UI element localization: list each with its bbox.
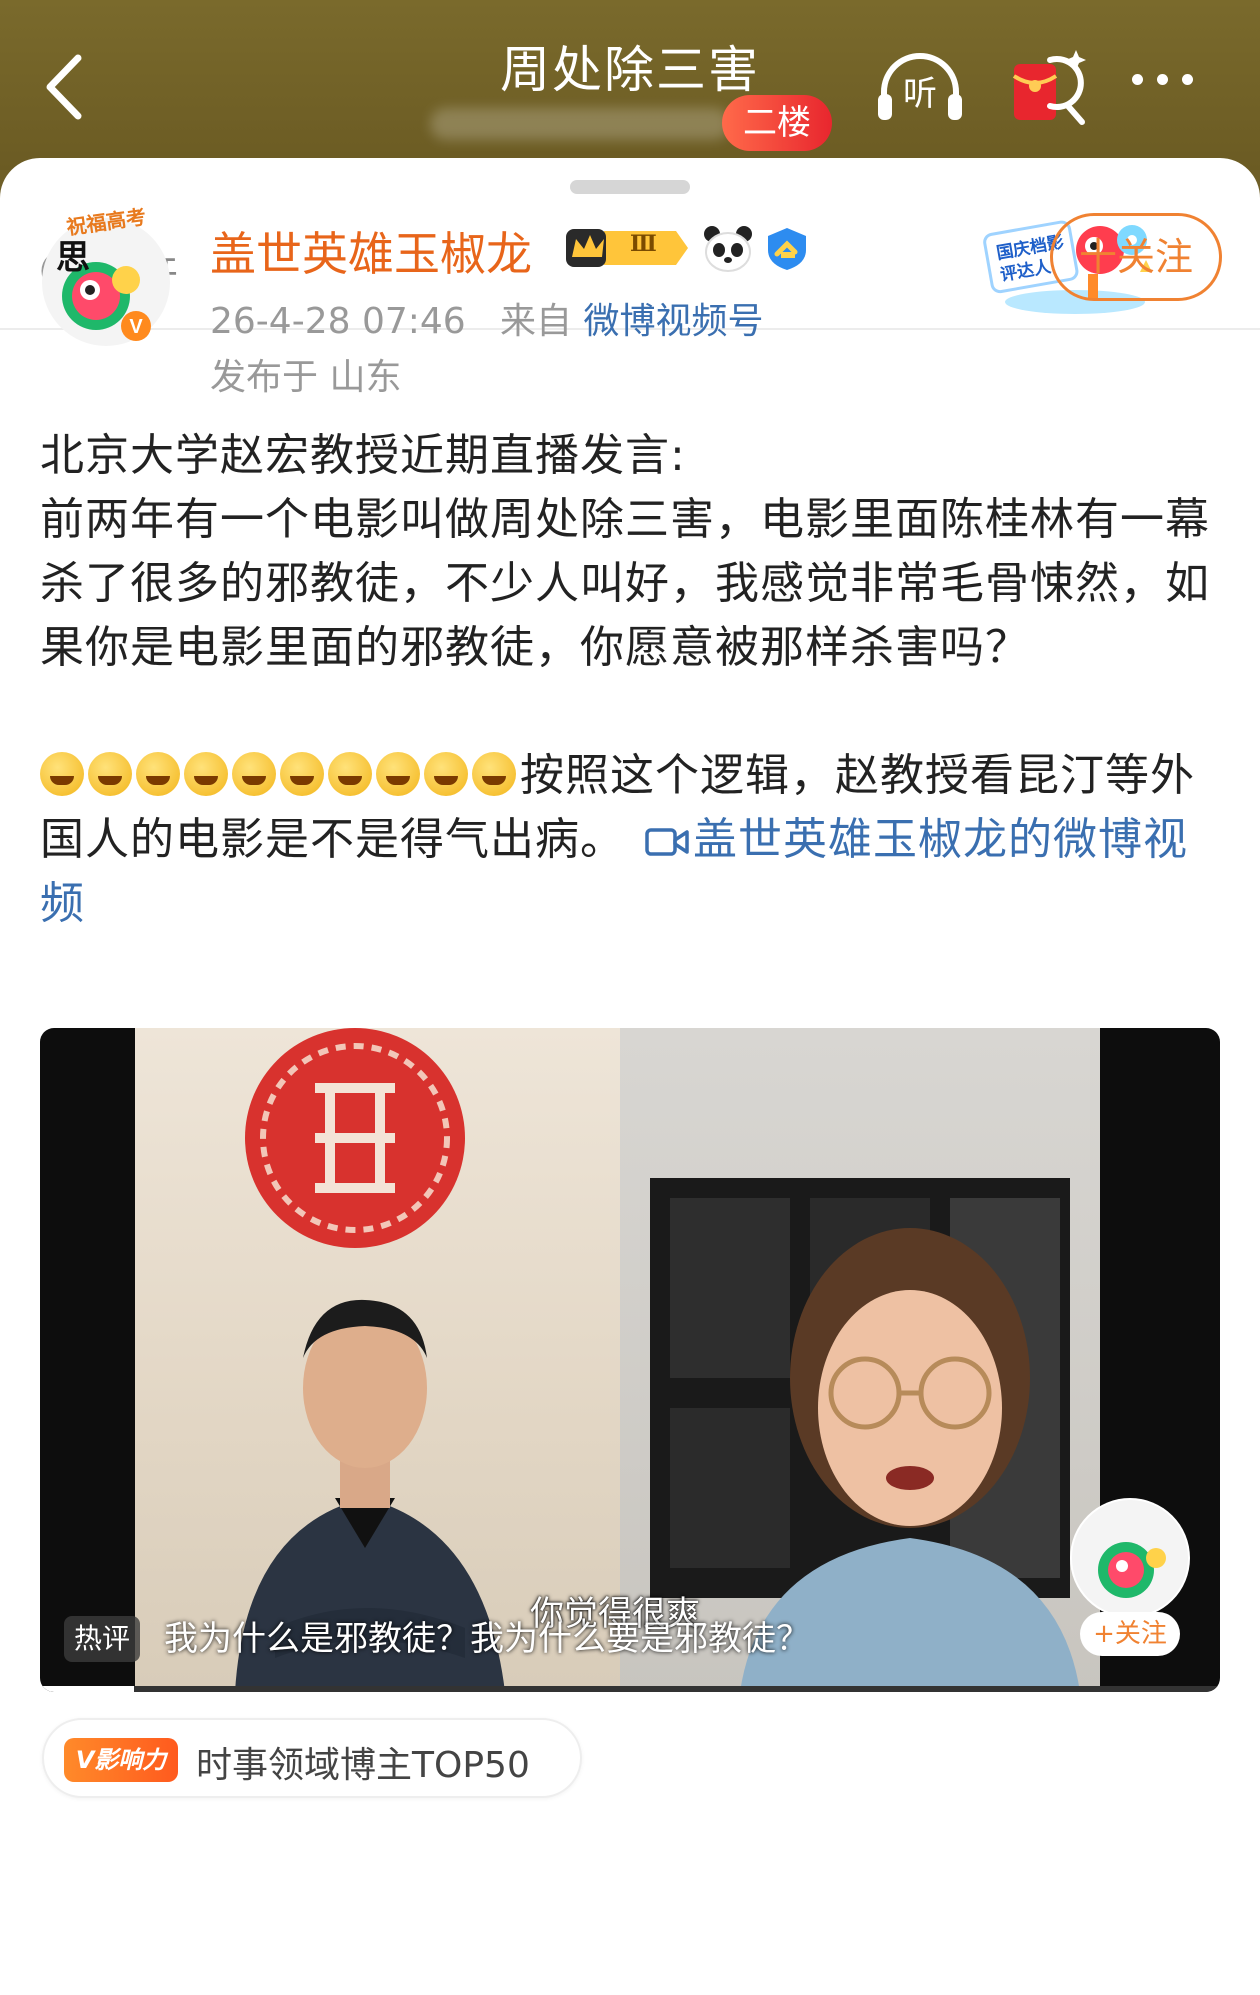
follow-button[interactable]: 十关注: [1050, 213, 1222, 301]
video-avatar-image: [1072, 1500, 1188, 1616]
influence-tag: V影响力: [64, 1738, 178, 1782]
red-packet-search-icon[interactable]: [1010, 46, 1092, 128]
influence-text: 时事领域博主TOP50: [196, 1745, 530, 1786]
woman-in-video: [740, 1228, 1080, 1692]
post-source-link[interactable]: 微博视频号: [584, 301, 764, 342]
grin-emoji-icon: [376, 752, 420, 796]
author-avatar[interactable]: V 祝福高考 思: [36, 200, 176, 350]
grin-emoji-icon: [472, 752, 516, 796]
floor-badge[interactable]: 二楼: [722, 95, 832, 151]
post-meta: 26-4-28 07:46 来自 微博视频号: [210, 292, 764, 344]
drag-handle[interactable]: [570, 180, 690, 194]
post-text-line1: 北京大学赵宏教授近期直播发言:: [40, 430, 686, 481]
video-camera-icon: [645, 828, 689, 856]
avatar-character: 思: [56, 238, 90, 278]
video-progress-bar[interactable]: [40, 1686, 1220, 1692]
grin-emoji-icon: [280, 752, 324, 796]
post-location: 发布于 山东: [210, 357, 402, 398]
grin-emoji-icon: [424, 752, 468, 796]
grin-emoji-icon: [88, 752, 132, 796]
verified-shield-icon[interactable]: [764, 226, 810, 272]
listen-label: 听: [903, 74, 937, 114]
post-timestamp: 26-4-28 07:46: [210, 301, 466, 342]
video-progress-fill: [40, 1686, 135, 1692]
fu-paper-cut-decoration: [245, 1028, 465, 1248]
post-text-para1: 前两年有一个电影叫做周处除三害，电影里面陈桂林有一幕杀了很多的邪教徒，不少人叫好…: [40, 494, 1210, 673]
more-options-icon[interactable]: [1132, 70, 1212, 100]
post-body: 北京大学赵宏教授近期直播发言: 前两年有一个电影叫做周处除三害，电影里面陈桂林有…: [40, 424, 1230, 936]
author-name[interactable]: 盖世英雄玉椒龙: [210, 218, 532, 284]
crown-level: Ⅲ: [630, 231, 657, 257]
membership-crown-badge[interactable]: Ⅲ: [564, 225, 690, 271]
crown-icon: [566, 229, 688, 267]
hot-comment-tag: 热评: [64, 1616, 141, 1662]
grin-emoji-icon: [232, 752, 276, 796]
influence-badge[interactable]: V影响力 时事领域博主TOP50: [42, 1718, 582, 1798]
top-bar: 周处除三害 二楼 听: [0, 0, 1260, 170]
grin-emoji-icon: [40, 752, 84, 796]
video-player[interactable]: 你觉得很爽 热评 我为什么是邪教徒？我为什么要是邪教徒？ +关注: [40, 1028, 1220, 1692]
post-text-para2-wrap: 按照这个逻辑，赵教授看昆汀等外国人的电影是不是得气出病。 盖世英雄玉椒龙的微博视频: [40, 744, 1230, 936]
grin-emoji-icon: [328, 752, 372, 796]
blurred-subtitle: [430, 108, 730, 140]
grin-emoji-icon: [184, 752, 228, 796]
post-source-prefix: 来自: [500, 301, 573, 342]
emoji-row: [40, 750, 520, 801]
video-follow-button[interactable]: +关注: [1080, 1612, 1180, 1656]
panda-icon[interactable]: [702, 222, 754, 274]
svg-text:V: V: [129, 316, 143, 338]
listen-button[interactable]: 听: [874, 48, 966, 128]
grin-emoji-icon: [136, 752, 180, 796]
video-author-avatar[interactable]: [1070, 1498, 1190, 1618]
hot-comment-text[interactable]: 我为什么是邪教徒？我为什么要是邪教徒？: [164, 1616, 810, 1662]
